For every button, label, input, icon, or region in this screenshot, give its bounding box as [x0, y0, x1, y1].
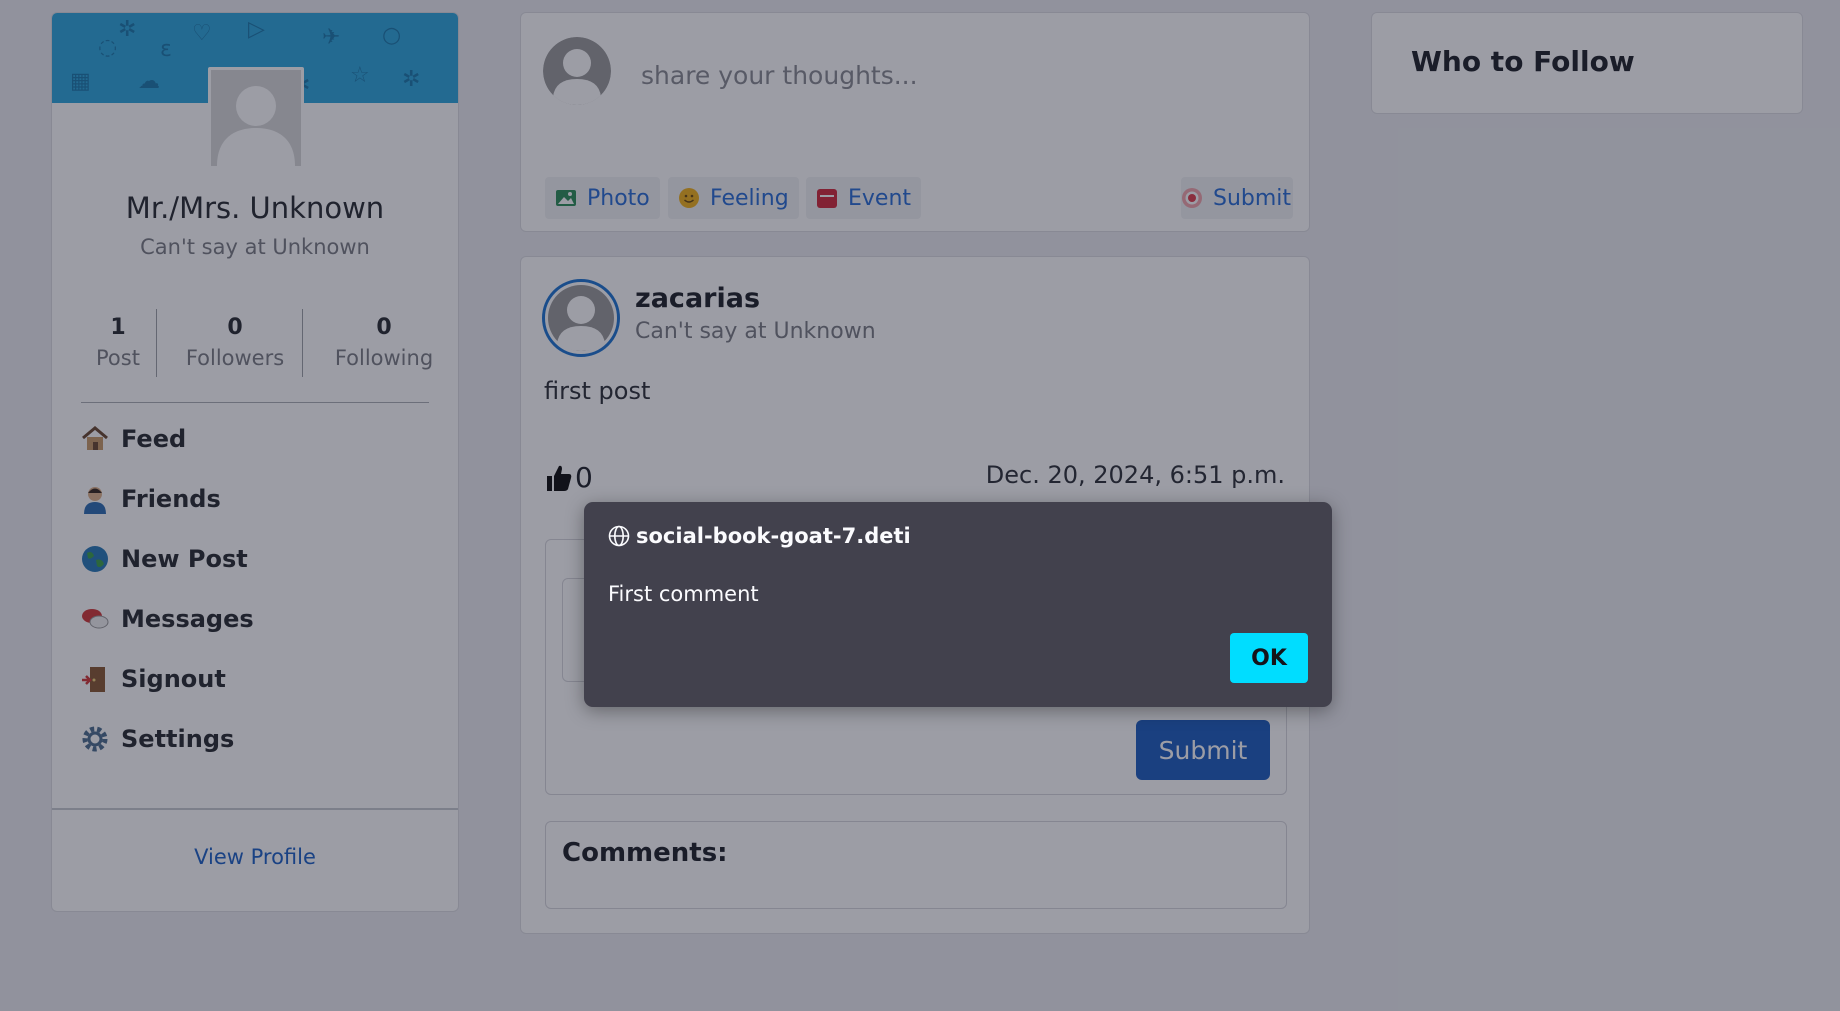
dialog-message: First comment	[608, 582, 759, 606]
ok-button[interactable]: OK	[1230, 633, 1308, 683]
dialog-origin-label: social-book-goat-7.deti	[636, 524, 911, 548]
alert-dialog: social-book-goat-7.deti First comment OK	[584, 502, 1332, 707]
globe-icon	[608, 525, 630, 547]
dialog-origin: social-book-goat-7.deti	[608, 524, 911, 548]
